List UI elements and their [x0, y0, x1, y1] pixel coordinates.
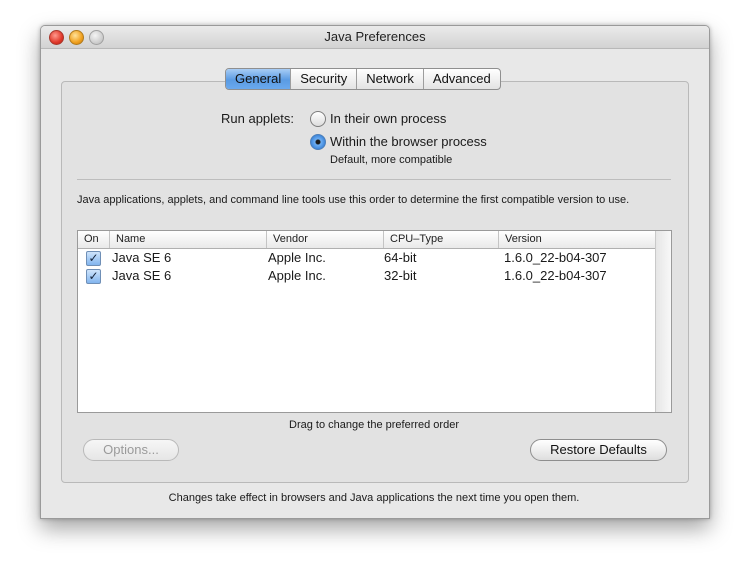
column-header-name[interactable]: Name — [110, 231, 267, 248]
options-button[interactable]: Options... — [83, 439, 179, 461]
jvm-version-table[interactable]: On Name Vendor CPU–Type Version ✓ Java S… — [77, 230, 672, 413]
jvm-name: Java SE 6 — [112, 250, 172, 265]
radio-browser-process-label[interactable]: Within the browser process — [330, 134, 487, 149]
jvm-version: 1.6.0_22-b04-307 — [504, 268, 607, 283]
jvm-vendor: Apple Inc. — [268, 268, 326, 283]
tab-advanced[interactable]: Advanced — [424, 69, 500, 89]
column-header-version[interactable]: Version — [499, 231, 655, 248]
browser-process-note: Default, more compatible — [330, 154, 453, 166]
enabled-checkbox[interactable]: ✓ — [86, 269, 101, 284]
restore-defaults-button[interactable]: Restore Defaults — [530, 439, 667, 461]
table-row[interactable]: ✓ Java SE 6 Apple Inc. 64-bit 1.6.0_22-b… — [78, 249, 655, 267]
jvm-vendor: Apple Inc. — [268, 250, 326, 265]
table-row[interactable]: ✓ Java SE 6 Apple Inc. 32-bit 1.6.0_22-b… — [78, 267, 655, 285]
tab-security[interactable]: Security — [291, 69, 358, 89]
tab-bar: General Security Network Advanced — [225, 68, 501, 90]
drag-hint: Drag to change the preferred order — [289, 419, 459, 431]
divider — [77, 179, 671, 180]
enabled-checkbox[interactable]: ✓ — [86, 251, 101, 266]
radio-browser-process[interactable] — [310, 134, 326, 150]
window-title: Java Preferences — [324, 29, 426, 44]
radio-own-process[interactable] — [310, 111, 326, 127]
order-description: Java applications, applets, and command … — [77, 194, 630, 206]
radio-own-process-label[interactable]: In their own process — [330, 111, 446, 126]
table-header: On Name Vendor CPU–Type Version — [78, 231, 655, 249]
column-header-cpu-type[interactable]: CPU–Type — [384, 231, 499, 248]
column-header-vendor[interactable]: Vendor — [267, 231, 384, 248]
footer-note: Changes take effect in browsers and Java… — [168, 492, 580, 504]
vertical-scrollbar[interactable] — [655, 231, 671, 412]
column-header-on[interactable]: On — [78, 231, 110, 248]
jvm-cpu-type: 64-bit — [384, 250, 417, 265]
title-bar: Java Preferences — [41, 26, 709, 49]
jvm-cpu-type: 32-bit — [384, 268, 417, 283]
tab-general[interactable]: General — [226, 69, 292, 89]
run-applets-label: Run applets: — [221, 111, 294, 126]
tab-network[interactable]: Network — [357, 69, 424, 89]
jvm-version: 1.6.0_22-b04-307 — [504, 250, 607, 265]
jvm-name: Java SE 6 — [112, 268, 172, 283]
